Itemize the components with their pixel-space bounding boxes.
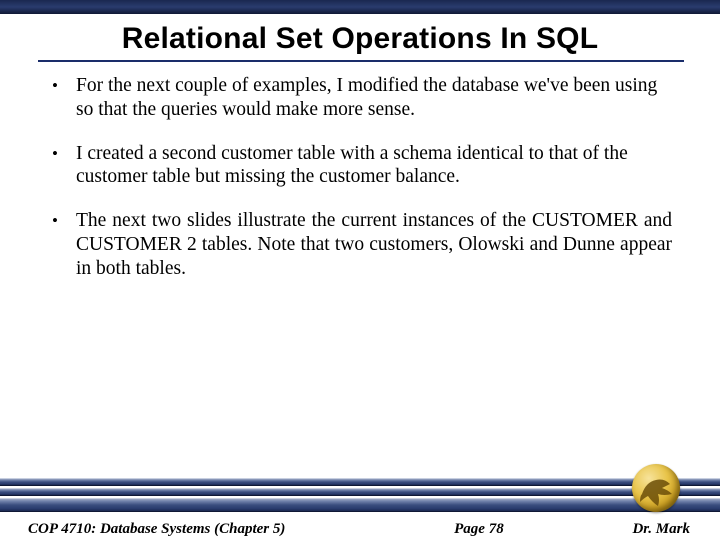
bullet-marker: • [52, 209, 76, 280]
pegasus-icon [632, 464, 680, 512]
bullet-text: The next two slides illustrate the curre… [76, 209, 672, 280]
footer-course: COP 4710: Database Systems (Chapter 5) [28, 521, 285, 538]
footer-page: Page 78 [285, 521, 632, 538]
footer-accent-bars [0, 478, 720, 510]
bullet-item: • For the next couple of examples, I mod… [52, 74, 672, 122]
bullet-item: • I created a second customer table with… [52, 142, 672, 190]
ucf-pegasus-logo [632, 464, 680, 512]
slide-body: • For the next couple of examples, I mod… [0, 62, 720, 280]
slide-title: Relational Set Operations In SQL [0, 14, 720, 60]
bullet-marker: • [52, 74, 76, 122]
footer-bar [0, 478, 720, 486]
bullet-text: For the next couple of examples, I modif… [76, 74, 672, 122]
top-accent-bar [0, 0, 720, 14]
footer: COP 4710: Database Systems (Chapter 5) P… [0, 521, 720, 538]
bullet-marker: • [52, 142, 76, 190]
footer-bar [0, 498, 720, 512]
footer-author: Dr. Mark [632, 521, 690, 538]
footer-bar [0, 488, 720, 496]
bullet-text: I created a second customer table with a… [76, 142, 672, 190]
bullet-item: • The next two slides illustrate the cur… [52, 209, 672, 280]
